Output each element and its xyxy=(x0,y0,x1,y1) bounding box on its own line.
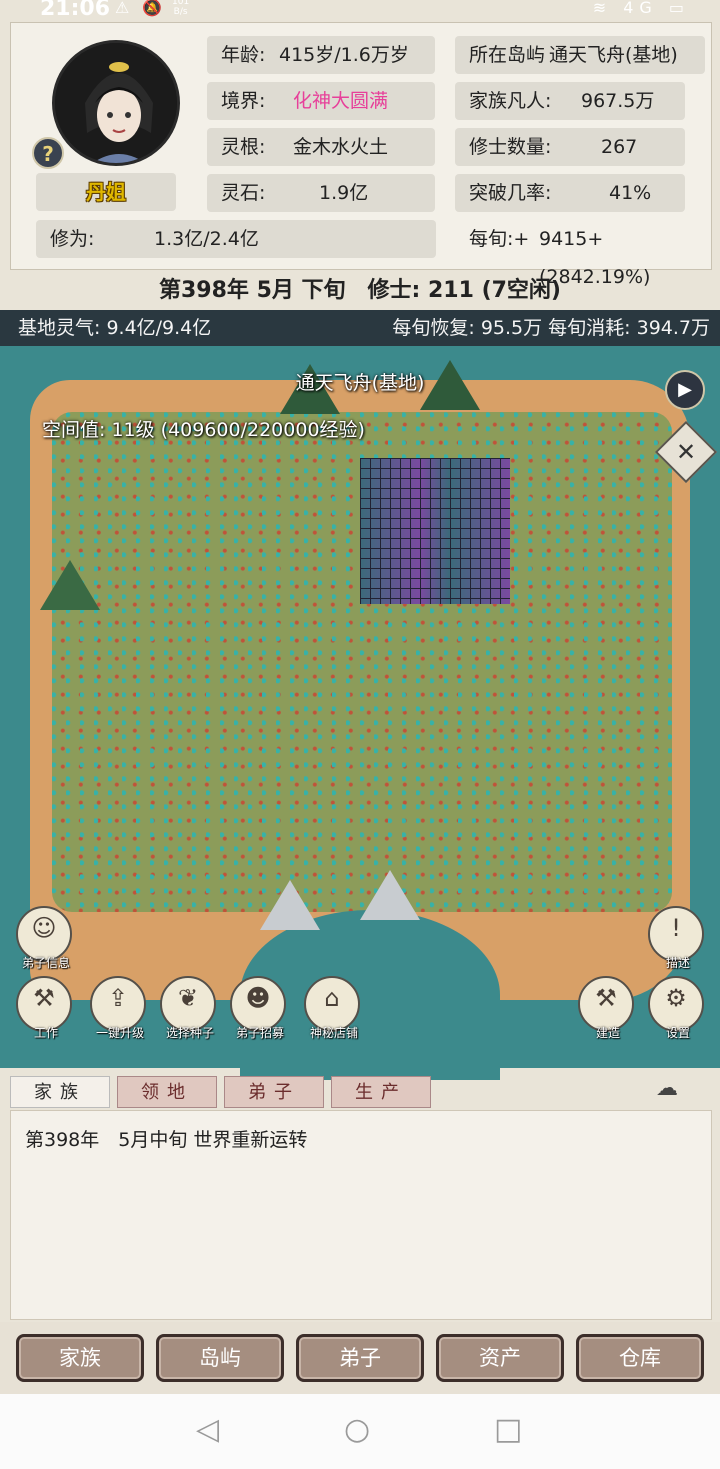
recents-icon[interactable]: □ xyxy=(494,1412,522,1447)
mortals-stat: 家族凡人: 967.5万 xyxy=(455,82,685,120)
person-icon: ☺ xyxy=(31,914,57,942)
realm-stat: 境界: 化神大圆满 xyxy=(207,82,435,120)
space-value: 空间值: 11级 (409600/220000经验) xyxy=(42,419,365,441)
date-line: 第398年 5月 下旬 修士: 211 (7空闲) xyxy=(158,278,561,303)
nav-family-button[interactable]: 家族 xyxy=(16,1334,144,1382)
tab-family[interactable]: 家族 xyxy=(10,1076,110,1108)
system-nav: ◁ ○ □ xyxy=(0,1394,720,1469)
nav-assets-button[interactable]: 资产 xyxy=(436,1334,564,1382)
recruit-button[interactable]: ☻ 弟子招募 xyxy=(230,976,286,1040)
wifi-icon: ≋ xyxy=(592,0,613,17)
island-stat: 所在岛屿 通天飞舟(基地) xyxy=(455,36,705,74)
back-icon[interactable]: ◁ xyxy=(196,1412,219,1447)
nav-warehouse-button[interactable]: 仓库 xyxy=(576,1334,704,1382)
mystery-shop-button[interactable]: ⌂ 神秘店铺 xyxy=(304,976,360,1040)
cultivators-stat: 修士数量: 267 xyxy=(455,128,685,166)
recruit-icon: ☻ xyxy=(245,984,271,1012)
scroll-icon: ⇪ xyxy=(107,984,129,1012)
settings-button[interactable]: ⚙ 设置 xyxy=(648,976,704,1040)
map-title: 通天飞舟(基地) xyxy=(295,372,425,394)
hammer-icon: ⚒ xyxy=(595,984,617,1012)
avatar[interactable] xyxy=(52,40,180,166)
gear-icon: ⚙ xyxy=(665,984,687,1012)
per-period-stat: 每旬:+ 9415+(2842.19%) xyxy=(469,228,651,288)
status-time: 21:06 xyxy=(40,0,111,21)
stone-stat: 灵石: 1.9亿 xyxy=(207,174,435,212)
snow-mountain-icon xyxy=(360,870,420,920)
root-stat: 灵根: 金木水火土 xyxy=(207,128,435,166)
tab-disciples[interactable]: 弟子 xyxy=(224,1076,324,1108)
nav-island-button[interactable]: 岛屿 xyxy=(156,1334,284,1382)
one-key-upgrade-button[interactable]: ⇪ 一键升级 xyxy=(90,976,146,1040)
disciple-info-button[interactable]: ☺ 弟子信息 xyxy=(16,906,72,970)
map-status-bar: 基地灵气: 9.4亿/9.4亿 每旬恢复: 95.5万 每旬消耗: 394.7万 xyxy=(0,310,720,346)
tab-territory[interactable]: 领地 xyxy=(117,1076,217,1108)
play-icon[interactable]: ▶ xyxy=(665,370,705,410)
farm-grid[interactable] xyxy=(360,458,510,604)
seed-icon: ❦ xyxy=(177,984,199,1012)
breakthrough-stat: 突破几率: 41% xyxy=(455,174,685,212)
status-bar: 21:06 ⚠ 🔕 101 B/s ≋ 4G ▭ xyxy=(0,0,720,22)
battery-icon: ▭ xyxy=(668,0,690,17)
mountain-icon xyxy=(40,560,100,610)
work-button[interactable]: ⚒ 工作 xyxy=(16,976,72,1040)
character-name[interactable]: 丹姐 xyxy=(36,173,176,211)
select-seed-button[interactable]: ❦ 选择种子 xyxy=(160,976,216,1040)
tab-production[interactable]: 生产 xyxy=(331,1076,431,1108)
cultivation-stat: 修为: 1.3亿/2.4亿 xyxy=(36,220,436,258)
snow-mountain-icon xyxy=(260,880,320,930)
network-label: 4G xyxy=(623,0,658,17)
log-panel: 第398年 5月中旬 世界重新运转 xyxy=(10,1110,712,1320)
age-stat: 年龄: 415岁/1.6万岁 xyxy=(207,36,435,74)
tool-icon: ⚒ xyxy=(33,984,55,1012)
help-icon[interactable]: ? xyxy=(32,137,64,169)
describe-button[interactable]: ! 描述 xyxy=(648,906,704,970)
build-button[interactable]: ⚒ 建造 xyxy=(578,976,634,1040)
base-qi: 基地灵气: 9.4亿/9.4亿 xyxy=(18,317,212,339)
cloud-icon[interactable]: ☁ xyxy=(656,1076,678,1101)
shop-icon: ⌂ xyxy=(324,984,340,1012)
signal-icons: ≋ 4G ▭ xyxy=(593,0,690,17)
exclamation-icon: ! xyxy=(671,914,681,942)
notification-icons: ⚠ 🔕 xyxy=(115,0,167,17)
qi-recovery: 每旬恢复: 95.5万 每旬消耗: 394.7万 xyxy=(392,317,710,339)
home-icon[interactable]: ○ xyxy=(344,1412,370,1447)
net-speed: 101 B/s xyxy=(172,0,190,17)
log-entry: 第398年 5月中旬 世界重新运转 xyxy=(25,1129,308,1151)
nav-disciples-button[interactable]: 弟子 xyxy=(296,1334,424,1382)
